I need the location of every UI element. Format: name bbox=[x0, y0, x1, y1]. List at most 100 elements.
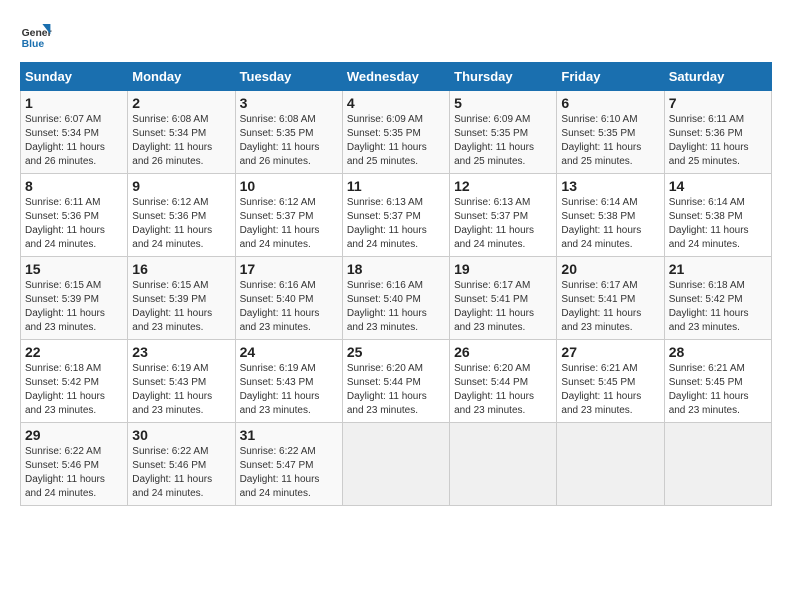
week-row-2: 8 Sunrise: 6:11 AMSunset: 5:36 PMDayligh… bbox=[21, 174, 772, 257]
day-number: 6 bbox=[561, 95, 659, 111]
day-info: Sunrise: 6:07 AMSunset: 5:34 PMDaylight:… bbox=[25, 113, 123, 169]
day-cell bbox=[664, 423, 771, 506]
col-header-wednesday: Wednesday bbox=[342, 63, 449, 91]
day-info: Sunrise: 6:15 AMSunset: 5:39 PMDaylight:… bbox=[25, 279, 123, 335]
day-number: 12 bbox=[454, 178, 552, 194]
day-info: Sunrise: 6:08 AMSunset: 5:34 PMDaylight:… bbox=[132, 113, 230, 169]
day-number: 2 bbox=[132, 95, 230, 111]
day-cell: 26 Sunrise: 6:20 AMSunset: 5:44 PMDaylig… bbox=[450, 340, 557, 423]
day-number: 5 bbox=[454, 95, 552, 111]
day-number: 14 bbox=[669, 178, 767, 194]
logo: General Blue bbox=[20, 20, 52, 52]
day-cell: 19 Sunrise: 6:17 AMSunset: 5:41 PMDaylig… bbox=[450, 257, 557, 340]
day-info: Sunrise: 6:20 AMSunset: 5:44 PMDaylight:… bbox=[347, 362, 445, 418]
day-number: 1 bbox=[25, 95, 123, 111]
day-number: 22 bbox=[25, 344, 123, 360]
day-number: 10 bbox=[240, 178, 338, 194]
day-number: 9 bbox=[132, 178, 230, 194]
day-info: Sunrise: 6:11 AMSunset: 5:36 PMDaylight:… bbox=[25, 196, 123, 252]
day-number: 4 bbox=[347, 95, 445, 111]
day-cell: 28 Sunrise: 6:21 AMSunset: 5:45 PMDaylig… bbox=[664, 340, 771, 423]
day-number: 17 bbox=[240, 261, 338, 277]
day-number: 31 bbox=[240, 427, 338, 443]
day-number: 19 bbox=[454, 261, 552, 277]
col-header-friday: Friday bbox=[557, 63, 664, 91]
col-header-monday: Monday bbox=[128, 63, 235, 91]
day-cell: 25 Sunrise: 6:20 AMSunset: 5:44 PMDaylig… bbox=[342, 340, 449, 423]
day-info: Sunrise: 6:13 AMSunset: 5:37 PMDaylight:… bbox=[347, 196, 445, 252]
day-info: Sunrise: 6:10 AMSunset: 5:35 PMDaylight:… bbox=[561, 113, 659, 169]
day-cell: 21 Sunrise: 6:18 AMSunset: 5:42 PMDaylig… bbox=[664, 257, 771, 340]
day-cell: 4 Sunrise: 6:09 AMSunset: 5:35 PMDayligh… bbox=[342, 91, 449, 174]
week-row-4: 22 Sunrise: 6:18 AMSunset: 5:42 PMDaylig… bbox=[21, 340, 772, 423]
col-header-saturday: Saturday bbox=[664, 63, 771, 91]
day-info: Sunrise: 6:16 AMSunset: 5:40 PMDaylight:… bbox=[240, 279, 338, 335]
day-info: Sunrise: 6:22 AMSunset: 5:46 PMDaylight:… bbox=[25, 445, 123, 501]
day-cell: 15 Sunrise: 6:15 AMSunset: 5:39 PMDaylig… bbox=[21, 257, 128, 340]
logo-icon: General Blue bbox=[20, 20, 52, 52]
day-info: Sunrise: 6:22 AMSunset: 5:47 PMDaylight:… bbox=[240, 445, 338, 501]
day-number: 27 bbox=[561, 344, 659, 360]
day-cell bbox=[557, 423, 664, 506]
col-header-thursday: Thursday bbox=[450, 63, 557, 91]
week-row-3: 15 Sunrise: 6:15 AMSunset: 5:39 PMDaylig… bbox=[21, 257, 772, 340]
day-info: Sunrise: 6:12 AMSunset: 5:36 PMDaylight:… bbox=[132, 196, 230, 252]
week-row-1: 1 Sunrise: 6:07 AMSunset: 5:34 PMDayligh… bbox=[21, 91, 772, 174]
day-cell: 17 Sunrise: 6:16 AMSunset: 5:40 PMDaylig… bbox=[235, 257, 342, 340]
day-cell: 10 Sunrise: 6:12 AMSunset: 5:37 PMDaylig… bbox=[235, 174, 342, 257]
day-info: Sunrise: 6:18 AMSunset: 5:42 PMDaylight:… bbox=[25, 362, 123, 418]
header-row: SundayMondayTuesdayWednesdayThursdayFrid… bbox=[21, 63, 772, 91]
day-cell: 14 Sunrise: 6:14 AMSunset: 5:38 PMDaylig… bbox=[664, 174, 771, 257]
day-number: 29 bbox=[25, 427, 123, 443]
day-cell: 11 Sunrise: 6:13 AMSunset: 5:37 PMDaylig… bbox=[342, 174, 449, 257]
day-info: Sunrise: 6:14 AMSunset: 5:38 PMDaylight:… bbox=[669, 196, 767, 252]
day-number: 28 bbox=[669, 344, 767, 360]
day-info: Sunrise: 6:09 AMSunset: 5:35 PMDaylight:… bbox=[454, 113, 552, 169]
day-number: 11 bbox=[347, 178, 445, 194]
day-info: Sunrise: 6:13 AMSunset: 5:37 PMDaylight:… bbox=[454, 196, 552, 252]
day-info: Sunrise: 6:09 AMSunset: 5:35 PMDaylight:… bbox=[347, 113, 445, 169]
day-cell: 1 Sunrise: 6:07 AMSunset: 5:34 PMDayligh… bbox=[21, 91, 128, 174]
day-cell: 22 Sunrise: 6:18 AMSunset: 5:42 PMDaylig… bbox=[21, 340, 128, 423]
day-cell: 24 Sunrise: 6:19 AMSunset: 5:43 PMDaylig… bbox=[235, 340, 342, 423]
day-number: 21 bbox=[669, 261, 767, 277]
day-info: Sunrise: 6:20 AMSunset: 5:44 PMDaylight:… bbox=[454, 362, 552, 418]
day-number: 8 bbox=[25, 178, 123, 194]
day-number: 13 bbox=[561, 178, 659, 194]
day-info: Sunrise: 6:19 AMSunset: 5:43 PMDaylight:… bbox=[240, 362, 338, 418]
day-info: Sunrise: 6:16 AMSunset: 5:40 PMDaylight:… bbox=[347, 279, 445, 335]
day-info: Sunrise: 6:17 AMSunset: 5:41 PMDaylight:… bbox=[561, 279, 659, 335]
day-number: 30 bbox=[132, 427, 230, 443]
day-cell: 7 Sunrise: 6:11 AMSunset: 5:36 PMDayligh… bbox=[664, 91, 771, 174]
day-info: Sunrise: 6:12 AMSunset: 5:37 PMDaylight:… bbox=[240, 196, 338, 252]
day-number: 3 bbox=[240, 95, 338, 111]
col-header-tuesday: Tuesday bbox=[235, 63, 342, 91]
day-cell: 16 Sunrise: 6:15 AMSunset: 5:39 PMDaylig… bbox=[128, 257, 235, 340]
calendar-table: SundayMondayTuesdayWednesdayThursdayFrid… bbox=[20, 62, 772, 506]
day-info: Sunrise: 6:21 AMSunset: 5:45 PMDaylight:… bbox=[669, 362, 767, 418]
day-cell: 12 Sunrise: 6:13 AMSunset: 5:37 PMDaylig… bbox=[450, 174, 557, 257]
day-info: Sunrise: 6:08 AMSunset: 5:35 PMDaylight:… bbox=[240, 113, 338, 169]
day-cell: 29 Sunrise: 6:22 AMSunset: 5:46 PMDaylig… bbox=[21, 423, 128, 506]
day-cell: 3 Sunrise: 6:08 AMSunset: 5:35 PMDayligh… bbox=[235, 91, 342, 174]
day-cell: 5 Sunrise: 6:09 AMSunset: 5:35 PMDayligh… bbox=[450, 91, 557, 174]
day-number: 16 bbox=[132, 261, 230, 277]
day-cell: 23 Sunrise: 6:19 AMSunset: 5:43 PMDaylig… bbox=[128, 340, 235, 423]
svg-text:Blue: Blue bbox=[22, 39, 45, 50]
day-cell: 30 Sunrise: 6:22 AMSunset: 5:46 PMDaylig… bbox=[128, 423, 235, 506]
day-info: Sunrise: 6:14 AMSunset: 5:38 PMDaylight:… bbox=[561, 196, 659, 252]
day-cell: 13 Sunrise: 6:14 AMSunset: 5:38 PMDaylig… bbox=[557, 174, 664, 257]
day-number: 26 bbox=[454, 344, 552, 360]
day-cell bbox=[450, 423, 557, 506]
day-number: 18 bbox=[347, 261, 445, 277]
col-header-sunday: Sunday bbox=[21, 63, 128, 91]
day-number: 24 bbox=[240, 344, 338, 360]
week-row-5: 29 Sunrise: 6:22 AMSunset: 5:46 PMDaylig… bbox=[21, 423, 772, 506]
day-number: 23 bbox=[132, 344, 230, 360]
day-info: Sunrise: 6:11 AMSunset: 5:36 PMDaylight:… bbox=[669, 113, 767, 169]
day-cell: 31 Sunrise: 6:22 AMSunset: 5:47 PMDaylig… bbox=[235, 423, 342, 506]
day-cell: 8 Sunrise: 6:11 AMSunset: 5:36 PMDayligh… bbox=[21, 174, 128, 257]
day-info: Sunrise: 6:21 AMSunset: 5:45 PMDaylight:… bbox=[561, 362, 659, 418]
day-number: 20 bbox=[561, 261, 659, 277]
day-info: Sunrise: 6:17 AMSunset: 5:41 PMDaylight:… bbox=[454, 279, 552, 335]
